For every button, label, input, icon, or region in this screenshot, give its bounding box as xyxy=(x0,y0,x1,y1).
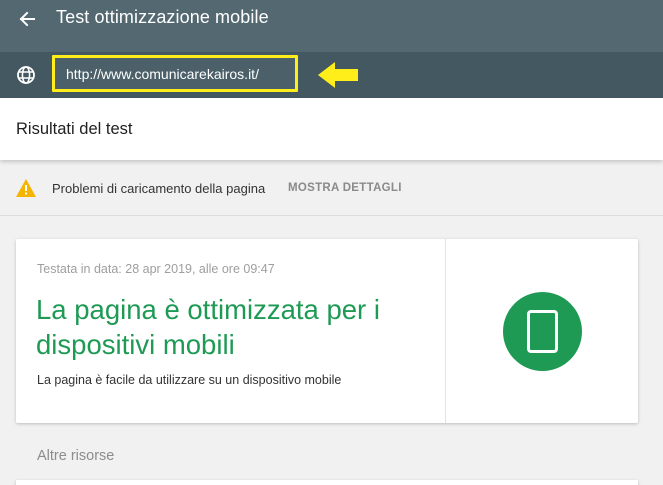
globe-icon xyxy=(17,66,35,84)
result-description: La pagina è facile da utilizzare su un d… xyxy=(37,373,342,387)
warning-icon xyxy=(16,179,36,197)
app-header: Test ottimizzazione mobile xyxy=(0,0,663,52)
other-resources-card xyxy=(16,480,638,485)
mobile-badge xyxy=(503,292,582,371)
mobile-phone-icon xyxy=(527,310,558,353)
yellow-arrow-icon xyxy=(318,62,358,88)
other-resources-label: Altre risorse xyxy=(37,448,115,464)
result-card: Testata in data: 28 apr 2019, alle ore 0… xyxy=(16,239,638,423)
url-bar: http://www.comunicarekairos.it/ xyxy=(0,52,663,98)
result-headline: La pagina è ottimizzata per i dispositiv… xyxy=(36,294,380,360)
url-input[interactable]: http://www.comunicarekairos.it/ xyxy=(52,55,298,92)
result-icon-panel xyxy=(446,239,638,423)
tested-on-date: Testata in data: 28 apr 2019, alle ore 0… xyxy=(37,262,275,276)
results-header: Risultati del test xyxy=(0,98,663,160)
page-title: Test ottimizzazione mobile xyxy=(56,7,269,27)
arrow-back-icon xyxy=(19,11,35,27)
warning-text: Problemi di caricamento della pagina xyxy=(52,181,266,196)
results-title: Risultati del test xyxy=(16,120,133,138)
show-details-link[interactable]: MOSTRA DETTAGLI xyxy=(288,182,402,194)
url-value: http://www.comunicarekairos.it/ xyxy=(66,66,259,82)
result-summary: Testata in data: 28 apr 2019, alle ore 0… xyxy=(16,239,446,423)
back-button[interactable] xyxy=(14,6,40,32)
loading-issues-row: Problemi di caricamento della pagina MOS… xyxy=(0,162,663,216)
